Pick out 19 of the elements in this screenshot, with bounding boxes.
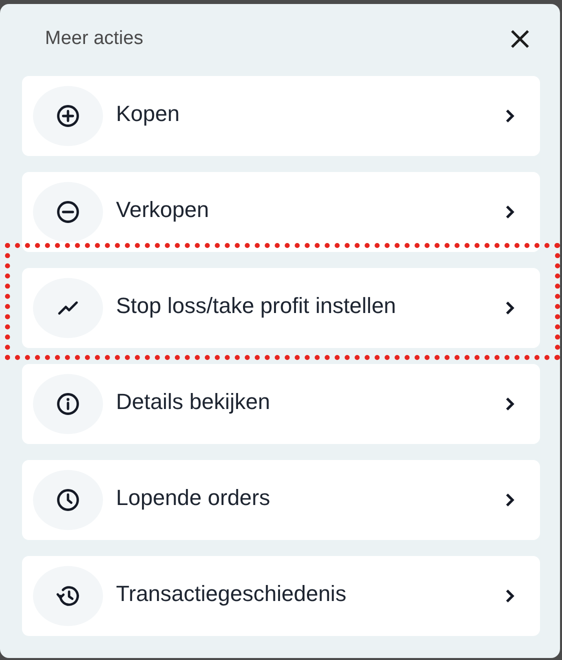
action-item[interactable]: Kopen bbox=[22, 76, 540, 156]
action-item[interactable]: Details bekijken bbox=[22, 364, 540, 444]
minus-circle-icon bbox=[55, 199, 81, 225]
info-icon bbox=[55, 391, 81, 417]
chevron-icon bbox=[504, 108, 516, 124]
chevron-icon bbox=[504, 396, 516, 412]
clock-icon bbox=[55, 487, 81, 513]
dialog-title: Meer acties bbox=[45, 28, 144, 50]
action-item[interactable]: Stop loss/take profit instellen bbox=[22, 268, 540, 348]
chevron-icon bbox=[504, 492, 516, 508]
chevron-icon bbox=[504, 588, 516, 604]
action-item[interactable]: Transactiegeschiedenis bbox=[22, 556, 540, 636]
history-icon bbox=[55, 583, 81, 609]
chevron-icon bbox=[504, 300, 516, 316]
action-item[interactable]: Verkopen bbox=[22, 172, 540, 252]
chevron-icon bbox=[504, 204, 516, 220]
plus-circle-icon bbox=[55, 103, 81, 129]
action-item[interactable]: Lopende orders bbox=[22, 460, 540, 540]
close-icon bbox=[510, 29, 530, 49]
